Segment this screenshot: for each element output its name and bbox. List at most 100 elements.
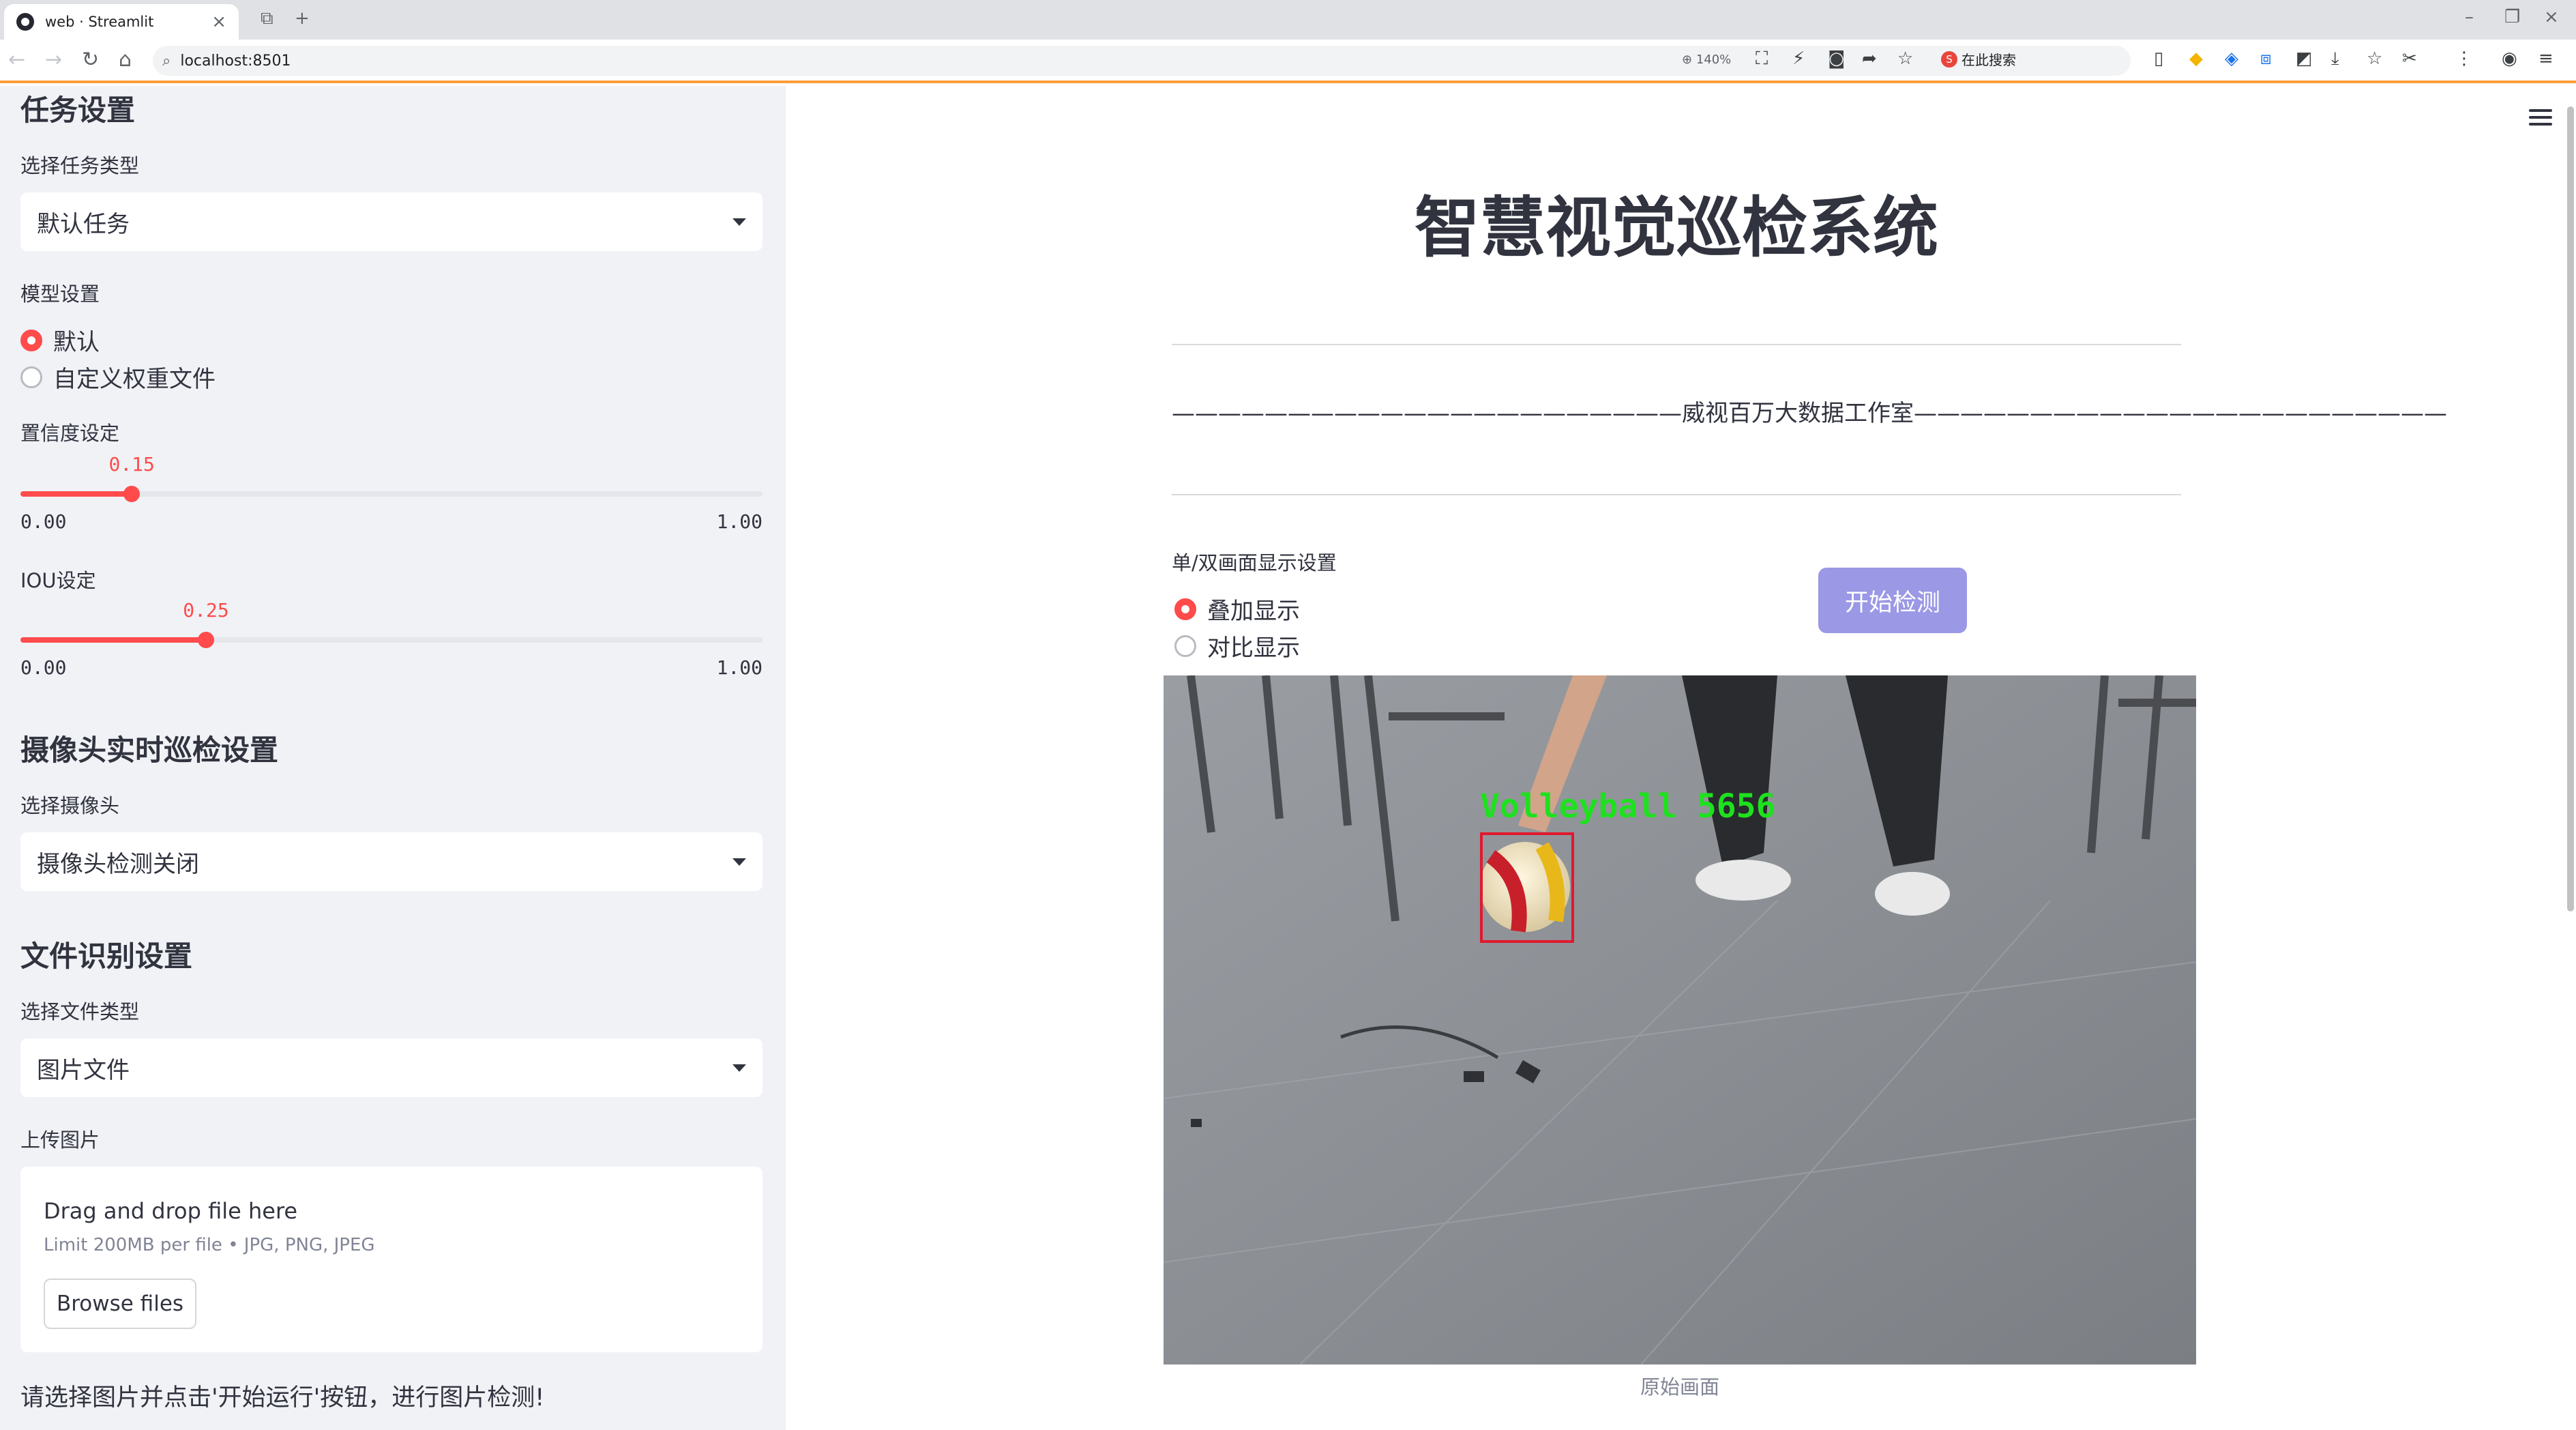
confidence-slider[interactable]: 0.15 0.00 1.00: [20, 448, 763, 533]
profile-avatar-icon[interactable]: ◉: [2502, 48, 2517, 69]
slider-max: 1.00: [716, 656, 763, 679]
streamlit-favicon-icon: [16, 13, 34, 31]
extension-2-icon[interactable]: ◈: [2225, 48, 2238, 69]
extension-4-icon[interactable]: ◩: [2296, 48, 2313, 69]
chevron-down-icon: [732, 1064, 746, 1072]
model-option-label: 自定义权重文件: [53, 366, 216, 393]
tab-actions-icon[interactable]: ⧉: [261, 8, 273, 29]
camera-section-title: 摄像头实时巡检设置: [20, 733, 279, 767]
window-close-icon[interactable]: ×: [2544, 7, 2559, 27]
screenshot-icon[interactable]: ◙: [1828, 48, 1845, 69]
detection-image: Volleyball 5656: [1164, 675, 2196, 1365]
upload-label: 上传图片: [20, 1128, 100, 1152]
browser-tab-bar: web · Streamlit × ⧉ + – ❐ ×: [0, 0, 2576, 40]
browser-menu-icon[interactable]: ≡: [2538, 48, 2553, 69]
reading-mode-icon[interactable]: ▯: [2154, 48, 2163, 69]
task-type-value: 默认任务: [37, 210, 130, 238]
new-tab-icon[interactable]: +: [295, 8, 310, 29]
radio-unselected-icon: [20, 366, 42, 388]
bookmark-star-icon[interactable]: ☆: [1897, 48, 1913, 69]
start-detection-button[interactable]: 开始检测: [1818, 568, 1967, 633]
image-caption: 原始画面: [1640, 1375, 1719, 1399]
display-radio-compare[interactable]: 对比显示: [1174, 629, 1300, 662]
home-icon[interactable]: ⌂: [119, 48, 132, 72]
sidebar: 任务设置 选择任务类型 默认任务 模型设置 默认 自定义权重文件 置信度设定 0…: [0, 86, 786, 1430]
slider-value: 0.25: [183, 599, 229, 622]
tab-close-icon[interactable]: ×: [211, 12, 226, 32]
search-engine-label: 在此搜索: [1961, 52, 2016, 68]
page-title: 智慧视觉巡检系统: [1415, 190, 1938, 266]
slider-thumb[interactable]: [123, 486, 140, 502]
slider-thumb[interactable]: [198, 632, 214, 648]
camera-label: 选择摄像头: [20, 794, 120, 817]
chevron-down-icon: [732, 218, 746, 226]
radio-unselected-icon: [1174, 634, 1196, 657]
cut-icon[interactable]: ✂: [2402, 48, 2417, 69]
slider-min: 0.00: [20, 510, 67, 533]
task-type-select[interactable]: 默认任务: [20, 192, 763, 251]
slider-min: 0.00: [20, 656, 67, 679]
divider: [1172, 494, 2181, 495]
divider: [1172, 344, 2181, 345]
dropzone-title: Drag and drop file here: [44, 1198, 298, 1224]
tab-title: web · Streamlit: [45, 14, 154, 30]
radio-selected-icon: [20, 329, 42, 351]
zoom-level: 140%: [1696, 53, 1732, 67]
iou-slider[interactable]: 0.25 0.00 1.00: [20, 594, 763, 679]
favorites-icon[interactable]: ☆: [2367, 48, 2382, 69]
slider-max: 1.00: [716, 510, 763, 533]
url-text: localhost:8501: [180, 52, 291, 70]
file-dropzone[interactable]: Drag and drop file here Limit 200MB per …: [20, 1167, 763, 1352]
display-option-label: 对比显示: [1207, 634, 1300, 662]
main-content: 智慧视觉巡检系统 ——————————————————————威视百万大数据工作…: [786, 86, 2576, 1430]
display-mode-label: 单/双画面显示设置: [1172, 551, 1337, 574]
chevron-down-icon: [732, 858, 746, 866]
file-section-title: 文件识别设置: [20, 939, 193, 973]
confidence-label: 置信度设定: [20, 422, 120, 445]
detection-label: Volleyball 5656: [1480, 787, 1775, 826]
restore-icon[interactable]: ❐: [2504, 7, 2520, 27]
forward-icon[interactable]: →: [45, 48, 62, 72]
file-type-value: 图片文件: [37, 1056, 130, 1084]
search-engine-icon: S: [1941, 50, 1957, 68]
display-option-label: 叠加显示: [1207, 598, 1300, 625]
extension-icon[interactable]: ◆: [2189, 48, 2203, 69]
dropzone-limit: Limit 200MB per file • JPG, PNG, JPEG: [44, 1235, 375, 1255]
browser-tab[interactable]: web · Streamlit ×: [4, 4, 239, 40]
more-menu-icon[interactable]: ⋮: [2455, 48, 2473, 69]
model-radio-default[interactable]: 默认: [20, 323, 100, 357]
share-icon[interactable]: ➦: [1862, 48, 1877, 69]
model-option-label: 默认: [53, 329, 100, 356]
site-info-icon[interactable]: ⌕: [162, 53, 171, 70]
task-section-title: 任务设置: [20, 93, 136, 127]
back-icon[interactable]: ←: [8, 48, 25, 72]
studio-line: ——————————————————————威视百万大数据工作室————————…: [1172, 400, 2447, 427]
scrollbar[interactable]: [2567, 106, 2574, 911]
task-type-label: 选择任务类型: [20, 154, 140, 177]
radio-selected-icon: [1174, 598, 1196, 620]
extension-3-icon[interactable]: ⧈: [2260, 48, 2272, 70]
sidebar-hint: 请选择图片并点击'开始运行'按钮，进行图片检测!: [20, 1384, 545, 1412]
address-bar: ← → ↻ ⌂ ⌕ localhost:8501 ⊕ 140% ⛶ ⚡ ◙ ➦ …: [0, 40, 2576, 83]
model-label: 模型设置: [20, 282, 100, 306]
reload-icon[interactable]: ↻: [82, 48, 99, 72]
translate-icon[interactable]: ⛶: [1756, 48, 1768, 70]
slider-value: 0.15: [108, 453, 155, 476]
bolt-icon[interactable]: ⚡: [1792, 48, 1805, 69]
minimize-icon[interactable]: –: [2465, 7, 2474, 27]
camera-value: 摄像头检测关闭: [37, 850, 199, 878]
camera-frame-illustration: Volleyball 5656: [1164, 675, 2196, 1365]
zoom-indicator[interactable]: ⊕ 140%: [1682, 53, 1731, 67]
model-radio-custom[interactable]: 自定义权重文件: [20, 360, 216, 394]
iou-label: IOU设定: [20, 569, 96, 592]
hamburger-menu-icon[interactable]: [2529, 109, 2552, 130]
file-type-select[interactable]: 图片文件: [20, 1038, 763, 1097]
browse-files-button[interactable]: Browse files: [44, 1279, 196, 1329]
file-type-label: 选择文件类型: [20, 1000, 140, 1023]
search-engine-box[interactable]: S 在此搜索: [1941, 49, 2016, 69]
camera-select[interactable]: 摄像头检测关闭: [20, 832, 763, 891]
slider-fill: [20, 491, 132, 497]
slider-fill: [20, 637, 206, 643]
display-radio-overlay[interactable]: 叠加显示: [1174, 592, 1300, 626]
download-icon[interactable]: ⤓: [2331, 48, 2339, 70]
